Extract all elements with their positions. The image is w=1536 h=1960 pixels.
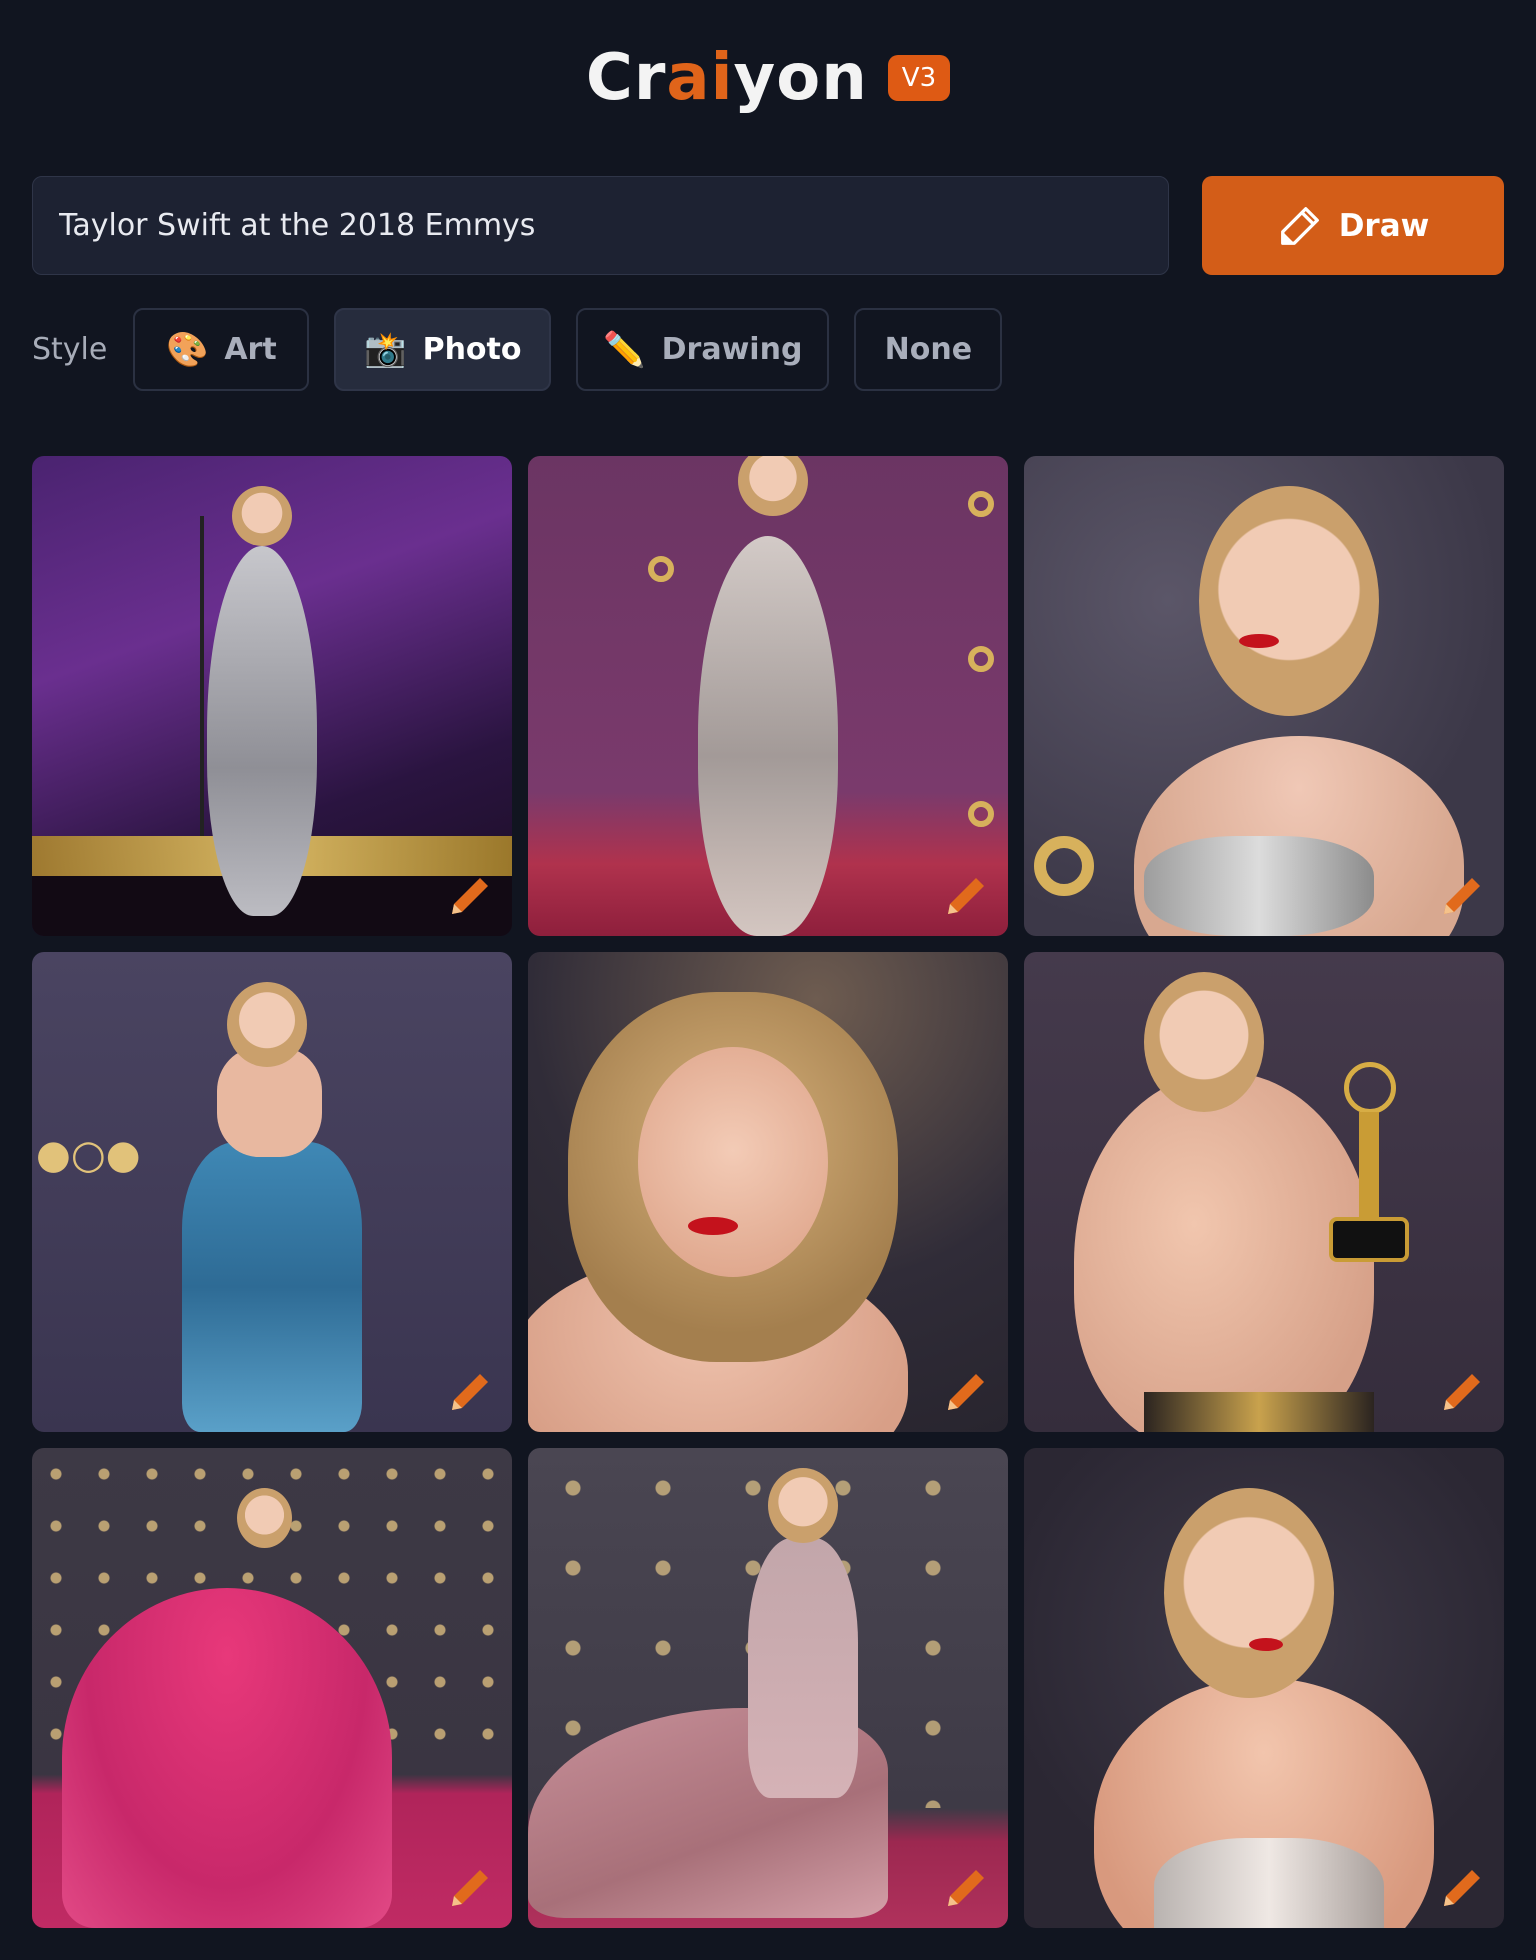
result-image-9[interactable] bbox=[1024, 1448, 1504, 1928]
result-image-3[interactable] bbox=[1024, 456, 1504, 936]
style-label: Style bbox=[32, 332, 108, 367]
style-option-label: Drawing bbox=[661, 332, 803, 367]
result-image-5[interactable] bbox=[528, 952, 1008, 1432]
emmy-backdrop-logo: ●○● bbox=[36, 1132, 141, 1178]
figure bbox=[207, 546, 317, 916]
emmy-statuette bbox=[1344, 1062, 1396, 1114]
style-selector: Style 🎨 Art 📸 Photo ✏️ Drawing None bbox=[32, 308, 1027, 391]
style-option-label: None bbox=[884, 332, 973, 367]
mic-stand bbox=[200, 516, 204, 836]
style-option-art[interactable]: 🎨 Art bbox=[133, 308, 310, 391]
prompt-bar: Draw bbox=[32, 176, 1504, 275]
pencil-emoji-icon: ✏️ bbox=[603, 329, 646, 370]
figure-head bbox=[738, 456, 808, 516]
edit-pencil-icon[interactable] bbox=[942, 1864, 990, 1912]
logo-part-cr: Cr bbox=[585, 41, 667, 115]
header: Craiyon V3 bbox=[0, 46, 1536, 110]
figure-head bbox=[1144, 972, 1264, 1112]
emmy-backdrop-logo bbox=[968, 801, 994, 827]
camera-flash-icon: 📸 bbox=[364, 329, 407, 370]
edit-pencil-icon[interactable] bbox=[446, 872, 494, 920]
prompt-input[interactable] bbox=[32, 176, 1169, 275]
gold-belt bbox=[1144, 1392, 1374, 1432]
edit-pencil-icon[interactable] bbox=[446, 1864, 494, 1912]
result-image-1[interactable] bbox=[32, 456, 512, 936]
result-image-7[interactable] bbox=[32, 1448, 512, 1928]
style-option-label: Photo bbox=[422, 332, 522, 367]
lips bbox=[1249, 1638, 1283, 1651]
lips bbox=[688, 1217, 738, 1235]
pencil-icon bbox=[1280, 206, 1319, 245]
palette-icon: 🎨 bbox=[166, 329, 209, 370]
figure-head bbox=[227, 982, 307, 1067]
lips bbox=[1239, 634, 1279, 648]
emmy-backdrop-logo bbox=[968, 646, 994, 672]
edit-pencil-icon[interactable] bbox=[942, 1368, 990, 1416]
figure-head bbox=[1199, 486, 1379, 716]
draw-button[interactable]: Draw bbox=[1202, 176, 1504, 275]
emmy-statuette-base bbox=[1329, 1217, 1409, 1262]
result-image-8[interactable] bbox=[528, 1448, 1008, 1928]
emmy-backdrop-logo bbox=[968, 491, 994, 517]
edit-pencil-icon[interactable] bbox=[942, 872, 990, 920]
sparkly-top bbox=[1144, 836, 1374, 936]
logo-part-yon: yon bbox=[733, 41, 868, 115]
result-image-4[interactable]: ●○● bbox=[32, 952, 512, 1432]
edit-pencil-icon[interactable] bbox=[1438, 1864, 1486, 1912]
result-image-6[interactable] bbox=[1024, 952, 1504, 1432]
figure-head bbox=[768, 1468, 838, 1543]
figure-gown bbox=[748, 1538, 858, 1798]
results-grid: ●○● bbox=[32, 456, 1504, 1928]
result-image-2[interactable] bbox=[528, 456, 1008, 936]
figure-head bbox=[237, 1488, 292, 1548]
edit-pencil-icon[interactable] bbox=[1438, 872, 1486, 920]
emmy-statuette-body bbox=[1359, 1112, 1379, 1222]
craiyon-page: Craiyon V3 Draw Style 🎨 Art 📸 Photo ✏️ D… bbox=[0, 0, 1536, 1960]
figure-gown bbox=[62, 1588, 392, 1928]
figure bbox=[698, 536, 838, 936]
logo-part-ai: ai bbox=[666, 41, 734, 115]
style-option-none[interactable]: None bbox=[854, 308, 1003, 391]
figure-gown bbox=[182, 1142, 362, 1432]
edit-pencil-icon[interactable] bbox=[446, 1368, 494, 1416]
figure-head bbox=[232, 486, 292, 546]
style-option-photo[interactable]: 📸 Photo bbox=[334, 308, 552, 391]
emmy-backdrop-logo bbox=[1034, 836, 1094, 896]
version-badge: V3 bbox=[887, 55, 951, 101]
sparkly-dress bbox=[1154, 1838, 1384, 1928]
figure-head bbox=[638, 1047, 828, 1277]
style-option-label: Art bbox=[224, 332, 277, 367]
figure-head bbox=[1164, 1488, 1334, 1698]
draw-button-label: Draw bbox=[1338, 207, 1430, 244]
edit-pencil-icon[interactable] bbox=[1438, 1368, 1486, 1416]
style-option-drawing[interactable]: ✏️ Drawing bbox=[576, 308, 830, 391]
emmy-backdrop-logo bbox=[648, 556, 674, 582]
logo[interactable]: Craiyon bbox=[586, 46, 868, 110]
